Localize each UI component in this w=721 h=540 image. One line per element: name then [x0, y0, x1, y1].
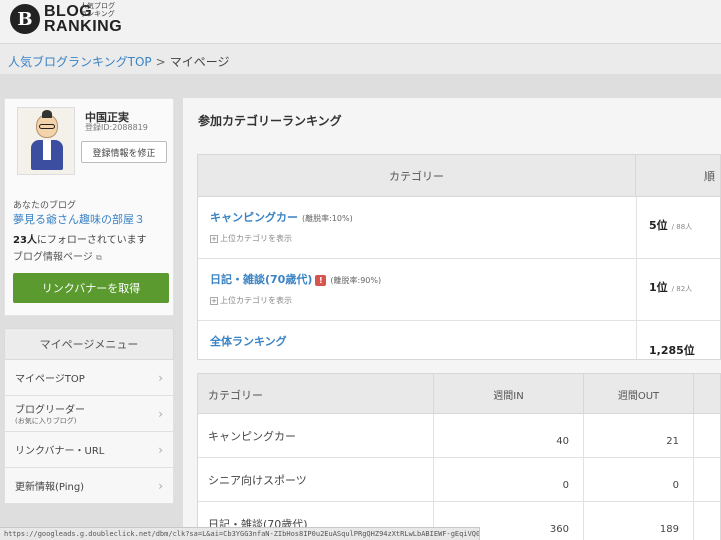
table-row: 日記・雑談(70歳代)! (離脱率:90%) + 上位カテゴリを表示 1位/ 82人 [198, 259, 720, 321]
table-row: キャンピングカー (離脱率:10%) + 上位カテゴリを表示 5位/ 88人 [198, 197, 720, 259]
blog-label: あなたのブログ [13, 201, 77, 211]
profile-id: 登録ID:2088819 [85, 123, 148, 132]
io-in-value: 40 [433, 414, 583, 457]
breadcrumb: 人気ブログランキングTOP > マイページ [0, 44, 721, 74]
menu-item-link-banner[interactable]: リンクバナー・URL › [4, 432, 174, 468]
avatar[interactable] [17, 107, 75, 175]
ranking-section-title: 参加カテゴリーランキング [198, 114, 342, 128]
sidebar: 中国正実 登録ID:2088819 登録情報を修正 あなたのブログ 夢見る爺さん… [4, 98, 174, 504]
table-row: シニア向けスポーツ 0 0 [198, 458, 720, 502]
browser-status-url: https://googleads.g.doubleclick.net/dbm/… [0, 527, 480, 540]
category-link[interactable]: 日記・雑談(70歳代)! (離脱率:90%) [210, 271, 381, 287]
category-name: 日記・雑談(70歳代) [210, 273, 313, 286]
rank-value: 1位 [649, 281, 668, 294]
io-category-name: キャンピングカー [208, 430, 296, 443]
follower-count: 23人にフォローされています [13, 231, 147, 246]
profile-card: 中国正実 登録ID:2088819 登録情報を修正 あなたのブログ 夢見る爺さん… [4, 98, 174, 316]
rank-cell: 1,285位 [636, 321, 721, 359]
logo-line2: RANKING [44, 18, 123, 35]
overall-rank-value: 1,285位 [649, 344, 695, 357]
external-link-icon: ⧉ [96, 253, 102, 262]
io-category-name: シニア向けスポーツ [208, 474, 307, 487]
header-weekly-in: 週間IN [433, 374, 583, 414]
rank-total: / 82人 [671, 285, 693, 293]
category-rate: (離脱率:90%) [330, 276, 382, 285]
blog-info-label: ブログ情報ページ [13, 252, 93, 263]
site-header: B BLOG RANKING 人気ブログランキング [0, 0, 721, 44]
plus-icon: + [210, 297, 218, 305]
rank-value: 5位 [649, 219, 668, 232]
logo-mark-icon: B [10, 4, 40, 34]
show-parent-label: 上位カテゴリを表示 [220, 296, 292, 305]
rank-cell: 5位/ 88人 [636, 197, 721, 258]
menu-item-sublabel: (お気に入りブログ) [15, 417, 77, 425]
menu-item-label: 更新情報(Ping) [15, 482, 85, 493]
chevron-right-icon: › [158, 406, 163, 421]
warning-icon: ! [315, 275, 327, 286]
category-link[interactable]: キャンピングカー (離脱率:10%) [210, 209, 353, 225]
menu-item-label: マイページTOP [15, 374, 85, 385]
show-parent-label: 上位カテゴリを表示 [220, 234, 292, 243]
category-ranking-table: カテゴリー 順 キャンピングカー (離脱率:10%) + 上位カテゴリを表示 5位 /… [197, 154, 721, 360]
mypage-menu-title: マイページメニュー [4, 328, 174, 360]
breadcrumb-current: マイページ [169, 55, 230, 69]
chevron-right-icon: › [158, 478, 163, 493]
main-content: 参加カテゴリーランキング カテゴリー 順 キャンピングカー (離脱率:10%) +… [183, 98, 721, 540]
menu-item-label: ブログリーダー [15, 405, 85, 416]
io-out-value: 21 [583, 414, 693, 457]
show-parent-category[interactable]: + 上位カテゴリを表示 [210, 233, 292, 244]
edit-profile-button[interactable]: 登録情報を修正 [81, 141, 167, 163]
header-category: カテゴリー [198, 155, 636, 197]
weekly-io-table: カテゴリー 週間IN 週間OUT キャンピングカー 40 21 シニア向けスポー… [197, 373, 721, 540]
follower-text: にフォローされています [36, 235, 147, 246]
chevron-right-icon: › [158, 442, 163, 457]
get-banner-button[interactable]: リンクバナーを取得 [13, 273, 169, 303]
category-name: キャンピングカー [210, 211, 298, 224]
io-out-value: 0 [583, 458, 693, 501]
menu-item-label: リンクバナー・URL [15, 446, 105, 457]
io-in-value: 0 [433, 458, 583, 501]
logo-subtitle: 人気ブログランキング [80, 2, 115, 18]
show-parent-category[interactable]: + 上位カテゴリを表示 [210, 295, 292, 306]
io-out-value: 189 [583, 502, 693, 540]
table-header: カテゴリー 週間IN 週間OUT [198, 374, 720, 414]
menu-item-mypage-top[interactable]: マイページTOP › [4, 360, 174, 396]
blog-name-link[interactable]: 夢見る爺さん趣味の部屋３ [13, 211, 145, 227]
follower-number: 23人 [13, 235, 37, 246]
overall-ranking-link[interactable]: 全体ランキング [210, 333, 287, 349]
rank-cell: 1位/ 82人 [636, 259, 721, 320]
table-row: キャンピングカー 40 21 [198, 414, 720, 458]
category-rate: (離脱率:10%) [302, 214, 353, 223]
header-rank: 順 [704, 170, 715, 183]
header-category: カテゴリー [208, 389, 263, 402]
header-weekly-out: 週間OUT [583, 374, 693, 414]
menu-item-ping[interactable]: 更新情報(Ping) › [4, 468, 174, 504]
menu-item-blog-reader[interactable]: ブログリーダー (お気に入りブログ) › [4, 396, 174, 432]
blog-info-link[interactable]: ブログ情報ページ ⧉ [13, 248, 102, 263]
chevron-right-icon: › [158, 370, 163, 385]
breadcrumb-top-link[interactable]: 人気ブログランキングTOP [8, 55, 152, 69]
table-header: カテゴリー 順 [198, 155, 720, 197]
rank-total: / 88人 [671, 223, 693, 231]
table-row-overall: 全体ランキング 1,285位 [198, 321, 720, 359]
plus-icon: + [210, 235, 218, 243]
breadcrumb-separator: > [155, 55, 166, 69]
